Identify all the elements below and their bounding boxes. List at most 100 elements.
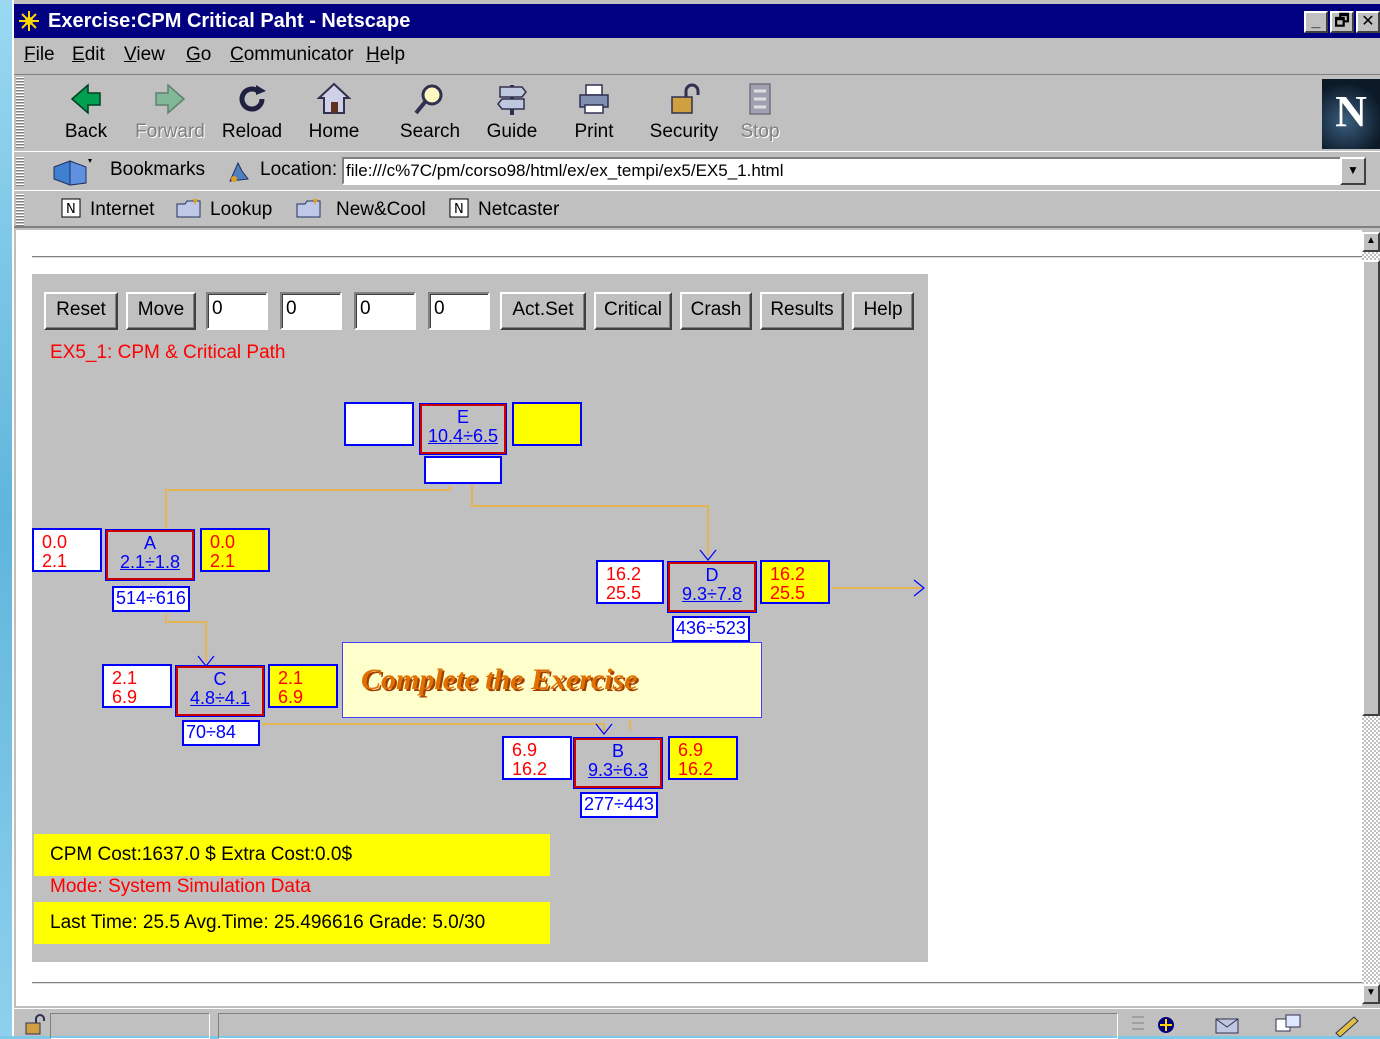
security-status-icon[interactable] (22, 1013, 48, 1035)
netscape-logo[interactable]: N (1322, 79, 1380, 149)
print-button[interactable]: Print (554, 77, 634, 149)
bookmarks-menu[interactable]: Bookmarks (110, 159, 205, 181)
menu-file-label: ile (35, 44, 55, 65)
toolbar-grip[interactable] (16, 77, 24, 149)
guide-button[interactable]: Guide (472, 77, 552, 149)
node-b-early-box[interactable]: 6.9 16.2 (502, 736, 572, 780)
node-a-early-box[interactable]: 0.0 2.1 (32, 528, 102, 572)
menu-file[interactable]: File (24, 44, 55, 66)
forward-label: Forward (135, 121, 205, 142)
cpm-applet: Reset Move 0 0 0 0 Act.Set Critical Cras… (32, 274, 928, 962)
svg-text:N: N (454, 202, 464, 217)
progress-panel (50, 1013, 210, 1039)
reload-button[interactable]: Reload (212, 77, 292, 149)
node-d-activity[interactable]: D 9.3÷7.8 (667, 561, 757, 613)
node-d-early-box[interactable]: 16.2 25.5 (596, 560, 664, 604)
mode-line: Mode: System Simulation Data (50, 876, 311, 897)
scroll-down-arrow[interactable]: ▼ (1362, 984, 1380, 1004)
maximize-button[interactable]: 🗗 (1330, 11, 1354, 33)
node-b-cost-box[interactable]: 277÷443 (580, 792, 658, 818)
security-button[interactable]: Security (636, 77, 732, 149)
node-d-duration: 9.3÷7.8 (682, 584, 742, 604)
node-d-late-box[interactable]: 16.2 25.5 (760, 560, 830, 604)
security-label: Security (649, 121, 719, 142)
forward-button[interactable]: Forward (130, 77, 210, 149)
menu-communicator-label: ommunicator (243, 44, 354, 65)
node-e-activity[interactable]: E 10.4÷6.5 (419, 403, 507, 455)
personal-item-lookup[interactable]: Lookup (176, 198, 272, 221)
node-a-late-box[interactable]: 0.0 2.1 (200, 528, 270, 572)
node-d-cost-box[interactable]: 436÷523 (672, 616, 750, 642)
svg-text:N: N (66, 202, 76, 217)
menu-go[interactable]: Go (186, 44, 211, 66)
menu-file-accel: F (24, 44, 36, 65)
stop-button[interactable]: Stop (720, 77, 800, 149)
personal-item-newcool[interactable]: New&Cool (296, 198, 426, 221)
menu-help-accel: H (366, 44, 380, 65)
node-d-name: D (705, 565, 719, 585)
node-a-ef: 2.1 (42, 551, 68, 571)
stop-icon (749, 83, 771, 115)
personal-grip[interactable] (16, 194, 24, 226)
personal-item-newcool-label: New&Cool (336, 199, 426, 220)
location-dropdown-button[interactable]: ▼ (1340, 157, 1366, 185)
complete-exercise-popup[interactable]: Complete the Exercise (342, 642, 762, 718)
menu-communicator[interactable]: Communicator (230, 44, 354, 66)
title-bar[interactable]: Exercise:CPM Critical Paht - Netscape _ … (14, 4, 1380, 38)
node-a-duration: 2.1÷1.8 (120, 552, 180, 572)
printer-icon (579, 84, 609, 114)
minimize-button[interactable]: _ (1304, 11, 1328, 33)
location-url-input[interactable]: file:///c%7C/pm/corso98/html/ex/ex_tempi… (342, 157, 1342, 185)
node-a-es: 0.0 (42, 532, 68, 552)
back-arrow-icon (70, 83, 101, 115)
node-b-late-box[interactable]: 6.9 16.2 (668, 736, 738, 780)
bookmarks-icon[interactable] (52, 157, 96, 187)
node-e-name: E (456, 407, 469, 427)
menu-help[interactable]: Help (366, 44, 405, 66)
search-button[interactable]: Search (390, 77, 470, 149)
close-button[interactable]: ✕ (1356, 11, 1380, 33)
back-button[interactable]: Back (46, 77, 126, 149)
personal-item-netcaster-label: Netcaster (478, 199, 560, 220)
padlock-icon (671, 83, 700, 114)
menu-view[interactable]: View (124, 44, 165, 66)
menu-edit-accel: E (72, 44, 85, 65)
node-c-late-box[interactable]: 2.1 6.9 (268, 664, 338, 708)
popup-message: Complete the Exercise (361, 663, 638, 696)
node-e-late-box[interactable] (512, 402, 582, 446)
personal-item-internet[interactable]: N Internet (60, 198, 154, 221)
node-b-name: B (611, 741, 624, 761)
scroll-up-arrow[interactable]: ▲ (1362, 232, 1380, 252)
menu-help-label: elp (379, 44, 406, 65)
reload-label: Reload (221, 121, 283, 142)
arrow-c-to-b (262, 723, 605, 734)
vertical-scrollbar[interactable]: ▲ ▼ (1362, 232, 1380, 1004)
node-c-activity[interactable]: C 4.8÷4.1 (175, 665, 265, 717)
stop-label: Stop (740, 121, 780, 142)
node-b-ef: 16.2 (512, 759, 548, 779)
node-a-activity[interactable]: A 2.1÷1.8 (105, 529, 195, 581)
page-proxy-icon[interactable] (226, 159, 252, 185)
arrow-a-to-e (165, 486, 451, 528)
netscape-app-icon[interactable] (18, 10, 40, 32)
node-c-name: C (213, 669, 227, 689)
node-c-ls: 2.1 (278, 668, 304, 688)
node-a-cost-box[interactable]: 514÷616 (112, 586, 190, 612)
node-e-early-box[interactable] (344, 402, 414, 446)
node-e-cost-box[interactable] (424, 456, 502, 484)
search-icon (414, 84, 443, 115)
menu-go-accel: G (186, 44, 201, 65)
location-grip[interactable] (16, 157, 24, 187)
node-c-cost-box[interactable]: 70÷84 (182, 720, 260, 746)
location-toolbar: Bookmarks Location: file:///c%7C/pm/cors… (14, 153, 1380, 191)
cost-bar: CPM Cost:1637.0 $ Extra Cost:0.0$ (34, 834, 550, 876)
menu-edit-label: dit (84, 44, 105, 65)
personal-item-lookup-label: Lookup (210, 199, 273, 220)
home-button[interactable]: Home (294, 77, 374, 149)
node-c-early-box[interactable]: 2.1 6.9 (102, 664, 172, 708)
node-b-activity[interactable]: B 9.3÷6.3 (573, 737, 663, 789)
menu-edit[interactable]: Edit (72, 44, 105, 66)
scroll-thumb[interactable] (1362, 260, 1380, 716)
node-a-lf: 2.1 (210, 551, 236, 571)
personal-item-netcaster[interactable]: N Netcaster (448, 198, 559, 221)
